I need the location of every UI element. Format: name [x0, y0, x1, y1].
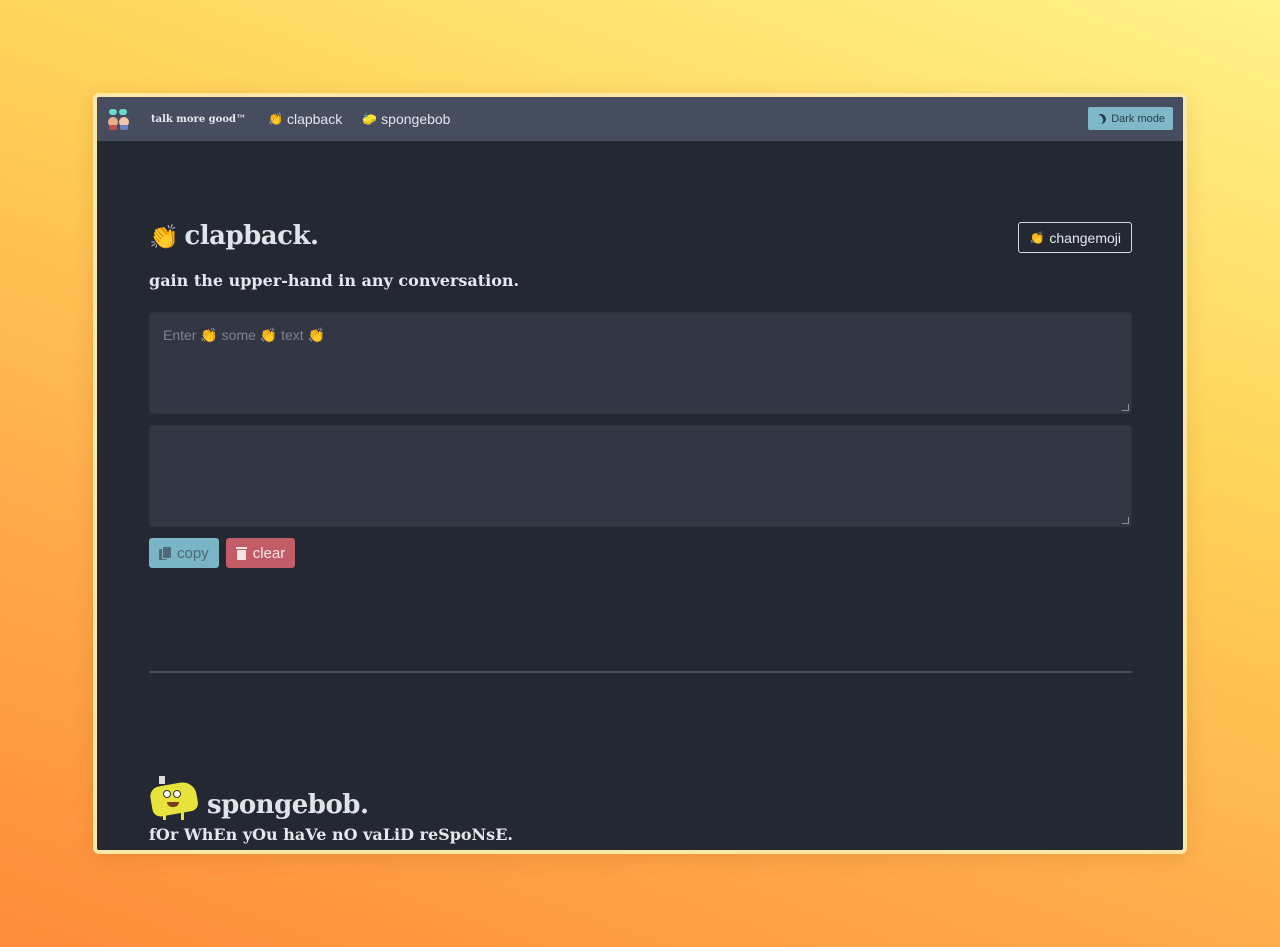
spongebob-subtitle: fOr WhEn yOu haVe nO vaLiD reSpoNsE.	[149, 825, 513, 844]
clap-icon: 👏	[268, 112, 283, 126]
dark-mode-label: Dark mode	[1111, 112, 1165, 125]
nav-link-label: spongebob	[381, 111, 451, 127]
sponge-icon: 🧽	[362, 112, 378, 126]
nav-link-label: clapback	[286, 111, 343, 127]
trash-icon	[235, 546, 247, 560]
clapback-subtitle: gain the upper-hand in any conversation.	[149, 271, 520, 290]
spongebob-title: spongebob.	[207, 790, 369, 820]
changemoji-label: changemoji	[1049, 229, 1121, 246]
page-title: clapback.	[184, 221, 319, 251]
clapback-title: 👏 clapback.	[149, 221, 1132, 251]
clear-button[interactable]: clear	[225, 538, 296, 568]
output-textarea[interactable]	[149, 425, 1132, 527]
spongebob-header: spongebob.	[148, 776, 369, 820]
clear-label: clear	[252, 544, 286, 562]
input-placeholder: Enter 👏 some 👏 text 👏	[163, 327, 326, 343]
section-divider	[149, 671, 1132, 673]
clap-icon: 👏	[149, 221, 179, 251]
changemoji-button[interactable]: 👏 changemoji	[1018, 222, 1132, 253]
brand-name[interactable]: talk more good™	[151, 114, 246, 125]
copy-icon	[159, 546, 171, 560]
action-buttons: copy clear	[149, 538, 296, 568]
copy-label: copy	[177, 544, 209, 562]
mocking-spongebob-icon	[148, 776, 201, 820]
copy-button[interactable]: copy	[149, 538, 219, 568]
input-textarea[interactable]: Enter 👏 some 👏 text 👏	[149, 312, 1132, 414]
clapback-header: 👏 clapback. 👏 changemoji	[149, 221, 1132, 257]
nav-link-spongebob[interactable]: 🧽 spongebob	[362, 111, 450, 127]
dark-mode-button[interactable]: Dark mode	[1088, 107, 1173, 130]
resize-handle-icon[interactable]	[1122, 404, 1129, 411]
moon-icon	[1095, 112, 1108, 125]
clap-icon: 👏	[1029, 230, 1045, 245]
app-logo-icon[interactable]	[107, 107, 133, 131]
app-window: talk more good™ 👏 clapback 🧽 spongebob D…	[93, 93, 1187, 854]
navbar: talk more good™ 👏 clapback 🧽 spongebob D…	[97, 97, 1183, 141]
nav-link-clapback[interactable]: 👏 clapback	[268, 111, 342, 127]
resize-handle-icon[interactable]	[1122, 517, 1129, 524]
